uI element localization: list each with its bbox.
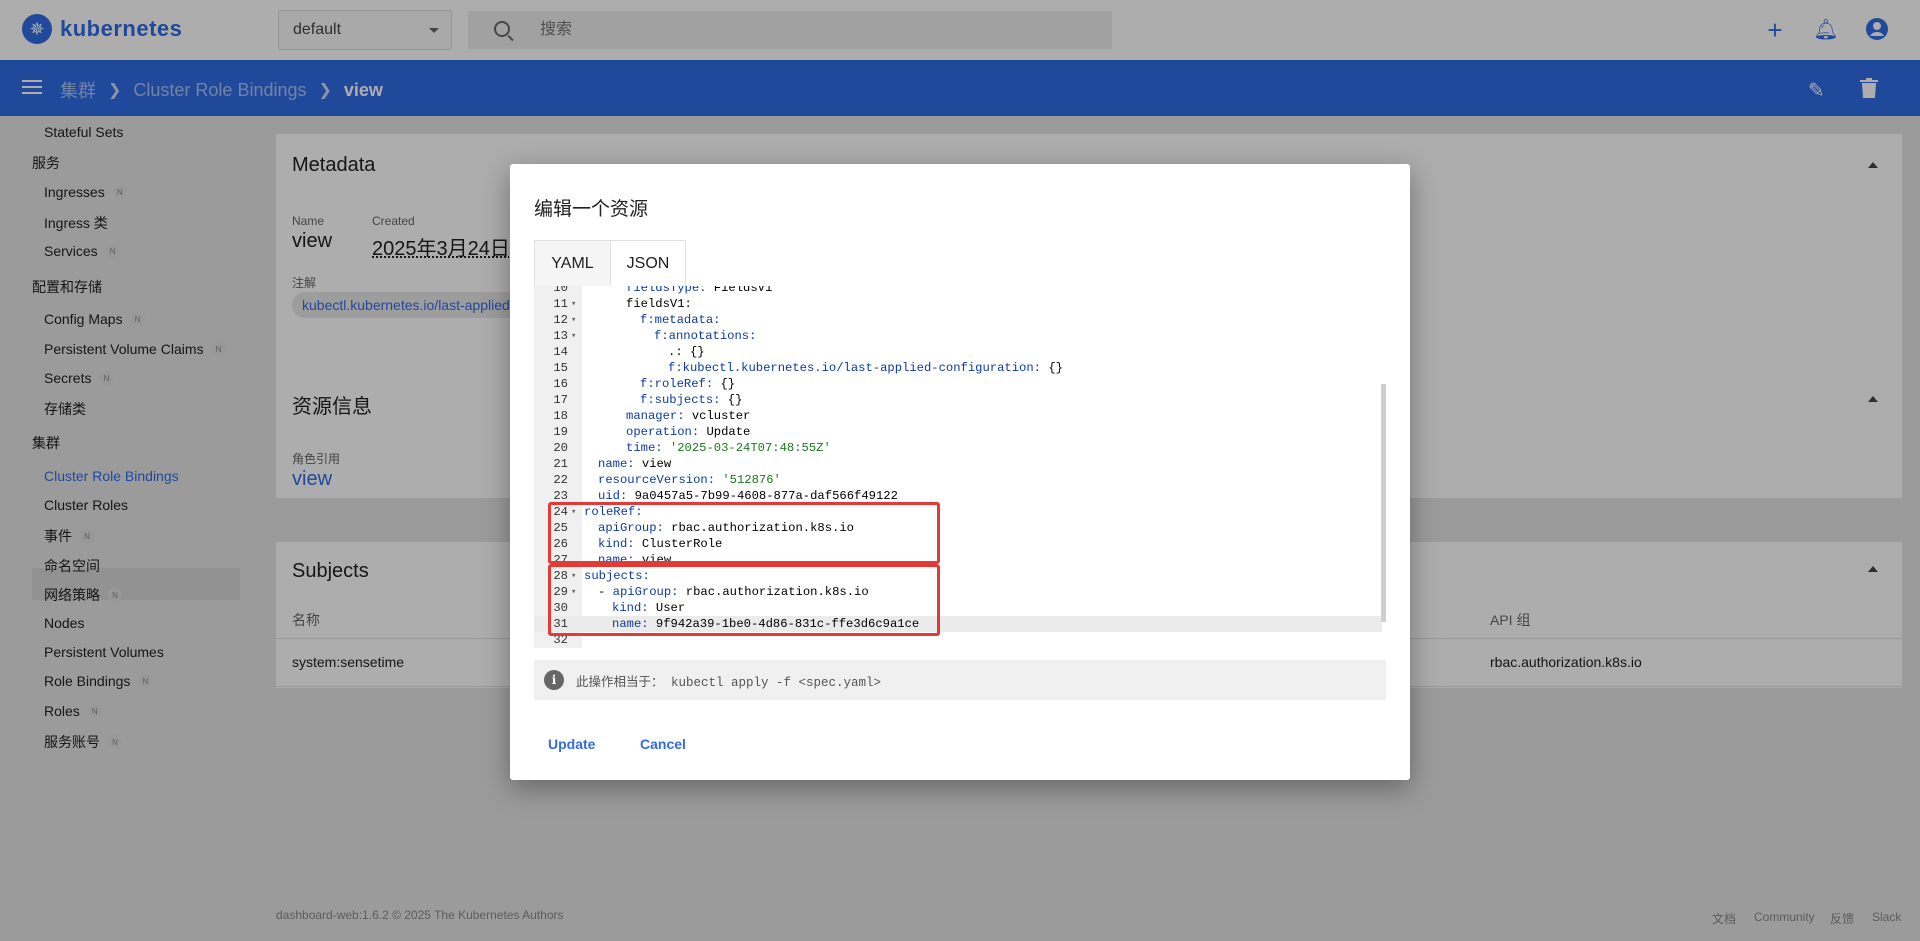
code-line[interactable]: 11 ▾ fieldsV1: — [534, 296, 1382, 312]
code-text: fieldsV1: — [626, 297, 692, 311]
line-number: 20 — [553, 441, 568, 455]
code-text: f:kubectl.kubernetes.io/last-applied-con… — [668, 361, 1063, 375]
code-text: time: '2025-03-24T07:48:55Z' — [626, 441, 831, 455]
info-icon: i — [544, 670, 564, 690]
line-number: 11 — [553, 297, 568, 311]
code-line[interactable]: 12 ▾ f:metadata: — [534, 312, 1382, 328]
format-tabs: YAML JSON — [534, 240, 686, 287]
line-number: 19 — [553, 425, 568, 439]
code-editor[interactable]: 10 fieldsType: FieldsV1 11 ▾ fieldsV1: 12 ▾ f:m… — [534, 286, 1386, 648]
line-number: 22 — [553, 473, 568, 487]
code-text: resourceVersion: '512876' — [598, 473, 781, 487]
line-number: 10 — [553, 286, 568, 295]
tab-json[interactable]: JSON — [610, 241, 685, 287]
code-text: manager: vcluster — [626, 409, 751, 423]
tab-yaml[interactable]: YAML — [535, 241, 610, 287]
edit-resource-dialog: 编辑一个资源 YAML JSON 10 fieldsType: FieldsV1 1… — [510, 164, 1410, 780]
code-text: f:subjects: {} — [640, 393, 743, 407]
code-line[interactable]: 17 f:subjects: {} — [534, 392, 1382, 408]
code-text: operation: Update — [626, 425, 751, 439]
editor-scrollbar[interactable] — [1381, 384, 1386, 622]
line-number: 21 — [553, 457, 568, 471]
code-line[interactable]: 22 resourceVersion: '512876' — [534, 472, 1382, 488]
dialog-title: 编辑一个资源 — [534, 199, 649, 220]
fold-arrow-icon[interactable]: ▾ — [571, 296, 576, 312]
code-text: name: view — [598, 457, 672, 471]
line-number: 17 — [553, 393, 568, 407]
code-line[interactable]: 20 time: '2025-03-24T07:48:55Z' — [534, 440, 1382, 456]
highlight-box-roleref — [548, 502, 940, 564]
line-number: 12 — [553, 313, 568, 327]
line-number: 15 — [553, 361, 568, 375]
code-text: .: {} — [668, 345, 705, 359]
info-bar: i 此操作相当于： kubectl apply -f <spec.yaml> — [534, 660, 1386, 700]
code-text: fieldsType: FieldsV1 — [626, 286, 773, 295]
highlight-box-subjects — [548, 564, 940, 636]
code-text: f:roleRef: {} — [640, 377, 736, 391]
line-number: 13 — [553, 329, 568, 343]
code-line[interactable]: 14 .: {} — [534, 344, 1382, 360]
fold-arrow-icon[interactable]: ▾ — [571, 312, 576, 328]
line-number: 14 — [553, 345, 568, 359]
cancel-button[interactable]: Cancel — [640, 736, 686, 752]
code-line[interactable]: 21 name: view — [534, 456, 1382, 472]
code-text: f:annotations: — [654, 329, 757, 343]
fold-arrow-icon[interactable]: ▾ — [571, 328, 576, 344]
line-number: 16 — [553, 377, 568, 391]
line-number: 18 — [553, 409, 568, 423]
code-line[interactable]: 16 f:roleRef: {} — [534, 376, 1382, 392]
update-button[interactable]: Update — [548, 736, 595, 752]
code-line[interactable]: 13 ▾ f:annotations: — [534, 328, 1382, 344]
code-text: f:metadata: — [640, 313, 721, 327]
code-line[interactable]: 10 fieldsType: FieldsV1 — [534, 286, 1382, 296]
code-line[interactable]: 18 manager: vcluster — [534, 408, 1382, 424]
code-line[interactable]: 19 operation: Update — [534, 424, 1382, 440]
info-text: 此操作相当于： kubectl apply -f <spec.yaml> — [576, 675, 882, 690]
code-line[interactable]: 15 f:kubectl.kubernetes.io/last-applied-c… — [534, 360, 1382, 376]
